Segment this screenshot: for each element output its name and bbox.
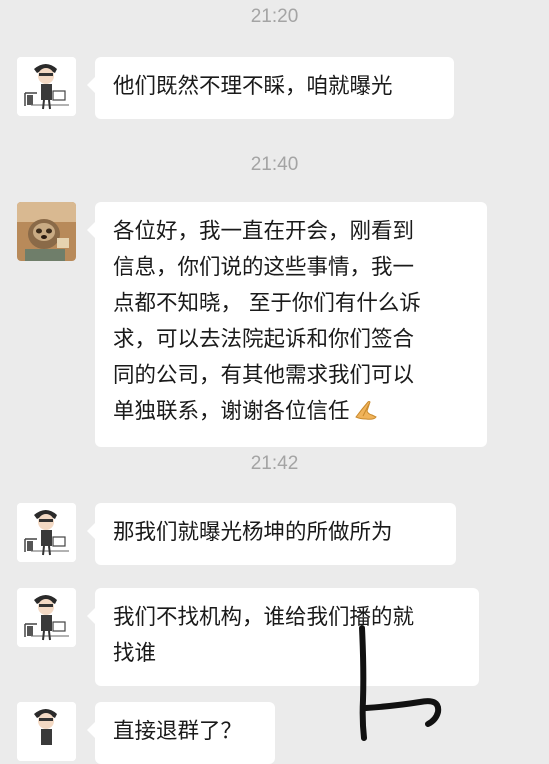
message-text: 点都不知晓， 至于你们有什么诉 — [113, 291, 421, 316]
cartoon-man-avatar-icon — [17, 588, 76, 647]
message-text: 那我们就曝光杨坤的所做所为 — [113, 520, 393, 545]
cartoon-man-avatar-icon — [17, 57, 76, 116]
message-text: 同的公司，有其他需求我们可以 — [113, 363, 415, 388]
marker-scribble-icon — [359, 625, 442, 741]
message-text: 各位好，我一直在开会，刚看到 — [113, 219, 415, 244]
message-text: 求，可以去法院起诉和你们签合 — [113, 327, 415, 352]
avatar[interactable] — [17, 202, 76, 261]
timestamp: 21:40 — [250, 154, 299, 175]
avatar[interactable] — [17, 588, 76, 647]
message-text: 他们既然不理不睬，咱就曝光 — [113, 74, 393, 99]
avatar[interactable] — [17, 702, 76, 761]
message-bubble[interactable]: 那我们就曝光杨坤的所做所为 — [87, 503, 456, 565]
sloth-avatar-icon — [17, 202, 76, 261]
message-text: 单独联系，谢谢各位信任 — [113, 399, 350, 424]
avatar[interactable] — [17, 57, 76, 116]
message-bubble[interactable]: 直接退群了？ — [87, 702, 275, 764]
cartoon-man-avatar-icon — [17, 503, 76, 562]
message-bubble[interactable]: 各位好，我一直在开会，刚看到 信息，你们说的这些事情，我一 点都不知晓， 至于你… — [87, 202, 487, 447]
message-text: 直接退群了？ — [113, 719, 243, 744]
praying-hands-icon — [354, 397, 378, 433]
timestamp: 21:20 — [250, 6, 299, 27]
message-bubble[interactable]: 他们既然不理不睬，咱就曝光 — [87, 57, 454, 119]
avatar[interactable] — [17, 503, 76, 562]
message-text: 信息，你们说的这些事情，我一 — [113, 255, 415, 280]
cartoon-man-avatar-icon — [17, 702, 76, 761]
timestamp: 21:42 — [250, 453, 299, 474]
